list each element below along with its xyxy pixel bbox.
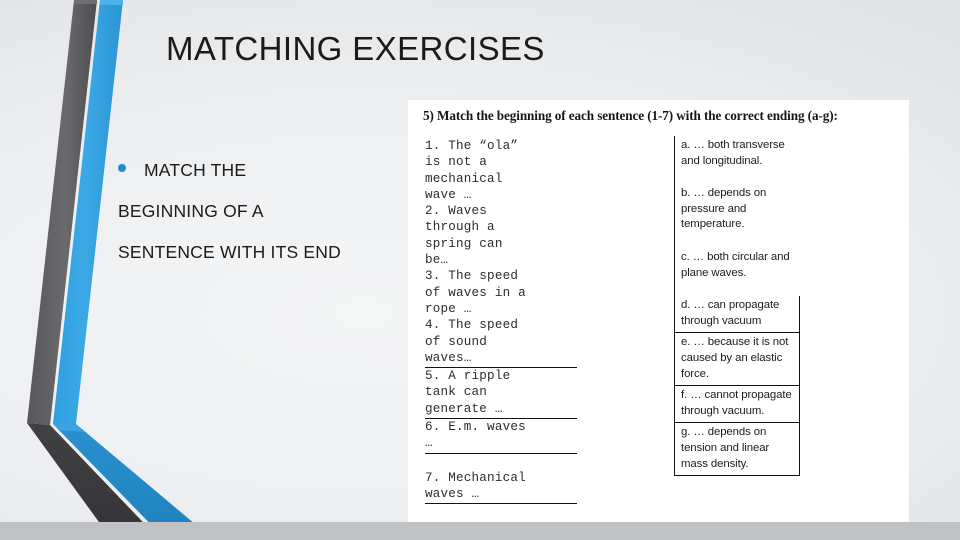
worksheet-instruction: 5) Match the beginning of each sentence … [423, 108, 838, 123]
worksheet-stem: 7. Mechanical waves … [425, 470, 577, 505]
bullet-line-3: SENTENCE WITH ITS END [118, 242, 341, 262]
worksheet-ending: b. … depends on pressure and temperature… [681, 187, 767, 231]
worksheet-stem: 1. The “ola” is not a mechanical wave … [425, 139, 519, 202]
page-title: MATCHING EXERCISES [166, 30, 545, 67]
worksheet-ending: d. … can propagate through vacuum [675, 296, 800, 334]
worksheet-stem: 4. The speed of sound waves… [425, 317, 577, 369]
bullet-dot-icon [118, 164, 126, 172]
worksheet-ending: a. … both transverse and longitudinal. [681, 139, 785, 167]
worksheet-ending: g. … depends on tension and linear mass … [675, 423, 800, 477]
bullet-line-3-row: SENTENCE WITH ITS END [118, 232, 403, 273]
slide-canvas: MATCHING EXERCISES MATCH THE BEGINNING O… [0, 0, 960, 540]
worksheet-stem-column: 1. The “ola” is not a mechanical wave … 2… [425, 138, 677, 505]
worksheet-stem: 2. Waves through a spring can be… [425, 204, 503, 268]
worksheet-stem: 6. E.m. waves … [425, 419, 577, 454]
worksheet-ending: e. … because it is not caused by an elas… [675, 333, 800, 387]
bullet-line-2: BEGINNING OF A [118, 201, 264, 221]
body-text-block: MATCH THE BEGINNING OF A SENTENCE WITH I… [118, 150, 403, 273]
worksheet-ending: f. … cannot propagate through vacuum. [675, 386, 800, 424]
bullet-line-1: MATCH THE [144, 160, 247, 180]
worksheet-image: 5) Match the beginning of each sentence … [408, 100, 909, 522]
bullet-item: MATCH THE [118, 150, 403, 191]
worksheet-ending: c. … both circular and plane waves. [681, 250, 790, 279]
worksheet-stem: 5. A ripple tank can generate … [425, 368, 577, 420]
worksheet-stem: 3. The speed of waves in a rope … [425, 269, 526, 316]
bottom-band [0, 522, 960, 540]
bullet-line-2-row: BEGINNING OF A [118, 191, 403, 232]
worksheet-ending-column: a. … both transverse and longitudinal. b.… [674, 136, 800, 477]
